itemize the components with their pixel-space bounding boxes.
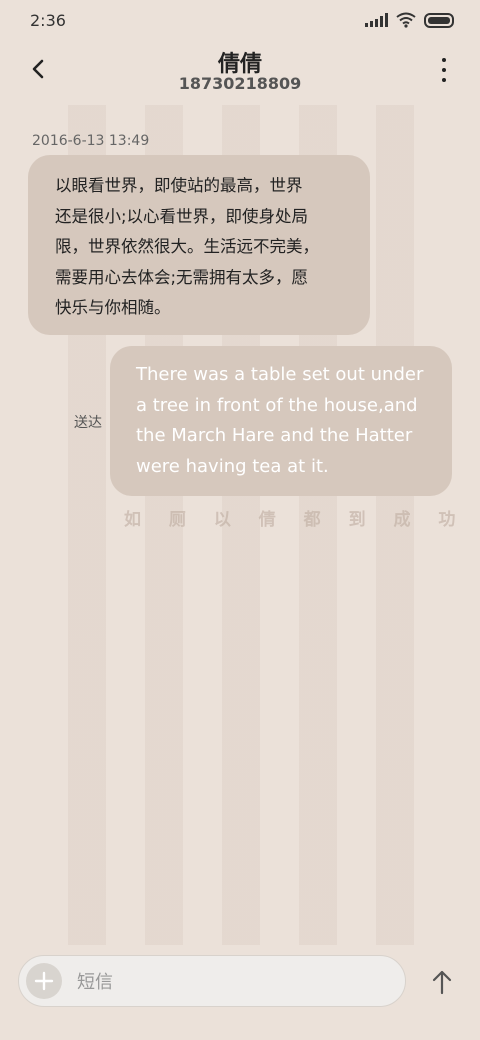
delivery-status: 送达 [74,415,102,431]
message-line: 需要用心去体会;无需拥有太多，愿 [55,267,309,287]
plus-icon [34,971,54,991]
contact-phone: 18730218809 [178,74,302,93]
message-input[interactable] [75,964,379,1000]
add-attachment-button[interactable] [26,963,62,999]
message-line: the March Hare and the Hatter [136,425,413,446]
signal-icon [365,13,388,27]
more-vertical-icon [442,58,446,62]
message-timestamp: 2016-6-13 13:49 [32,133,150,149]
composer-pill [18,955,406,1007]
battery-icon [424,12,454,28]
status-bar: 2:36 [0,0,480,42]
composer-bar [0,945,480,1040]
status-icons [365,12,454,28]
wifi-icon [396,12,416,28]
status-time: 2:36 [30,11,66,30]
arrow-up-icon [432,970,452,995]
message-line: a tree in front of the house,and [136,394,418,416]
message-line: 限，世界依然很大。生活远不完美， [55,237,319,256]
message-line: 快乐与你相随。 [55,298,171,317]
conversation-header: 倩倩 18730218809 [0,42,480,100]
message-line: were having tea at it. [136,455,329,477]
message-line: 以眼看世界，即使站的最高，世界 [55,176,303,195]
incoming-message-bubble[interactable]: 以眼看世界，即使站的最高，世界 还是很小;以心看世界，即使身处局 限，世界依然很… [28,155,370,335]
background-watermark: 如 厕 以 倩 都 到 成 功 [124,510,467,530]
outgoing-message-bubble[interactable]: There was a table set out under a tree i… [110,346,452,496]
send-button[interactable] [428,967,456,997]
message-line: There was a table set out under [136,364,424,385]
message-line: 还是很小;以心看世界，即使身处局 [55,206,309,226]
more-options-button[interactable] [434,58,454,82]
